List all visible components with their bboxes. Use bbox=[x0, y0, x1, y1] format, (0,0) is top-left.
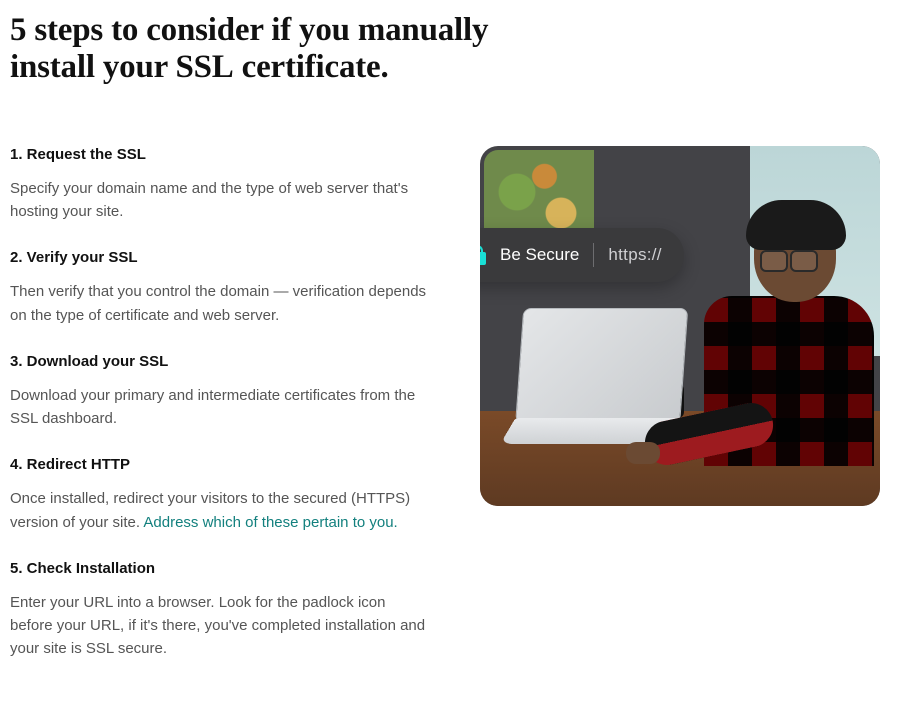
secure-pill-protocol: https:// bbox=[608, 245, 661, 265]
lock-icon bbox=[480, 245, 486, 265]
step-body: Specify your domain name and the type of… bbox=[10, 177, 430, 224]
scene-person bbox=[684, 206, 874, 466]
step-item: 1. Request the SSL Specify your domain n… bbox=[10, 146, 430, 224]
step-heading: 2. Verify your SSL bbox=[10, 249, 430, 266]
step-heading: 4. Redirect HTTP bbox=[10, 456, 430, 473]
step-heading: 5. Check Installation bbox=[10, 560, 430, 577]
step-body: Then verify that you control the domain … bbox=[10, 280, 430, 327]
redirect-help-link[interactable]: Address which of these pertain to you. bbox=[143, 514, 397, 531]
step-item: 4. Redirect HTTP Once installed, redirec… bbox=[10, 456, 430, 534]
secure-pill-label: Be Secure bbox=[500, 245, 579, 265]
step-body: Download your primary and intermediate c… bbox=[10, 384, 430, 431]
steps-column: 1. Request the SSL Specify your domain n… bbox=[10, 146, 430, 687]
page-title: 5 steps to consider if you manually inst… bbox=[10, 12, 510, 86]
step-heading: 3. Download your SSL bbox=[10, 353, 430, 370]
step-body: Once installed, redirect your visitors t… bbox=[10, 487, 430, 534]
step-item: 5. Check Installation Enter your URL int… bbox=[10, 560, 430, 661]
hero-illustration: Be Secure https:// bbox=[480, 146, 880, 506]
step-heading: 1. Request the SSL bbox=[10, 146, 430, 163]
content-row: 1. Request the SSL Specify your domain n… bbox=[10, 146, 894, 687]
illustration-column: Be Secure https:// bbox=[480, 146, 894, 687]
step-body: Enter your URL into a browser. Look for … bbox=[10, 591, 430, 661]
step-item: 2. Verify your SSL Then verify that you … bbox=[10, 249, 430, 327]
secure-pill: Be Secure https:// bbox=[480, 228, 684, 282]
secure-pill-divider bbox=[593, 243, 594, 267]
step-item: 3. Download your SSL Download your prima… bbox=[10, 353, 430, 431]
